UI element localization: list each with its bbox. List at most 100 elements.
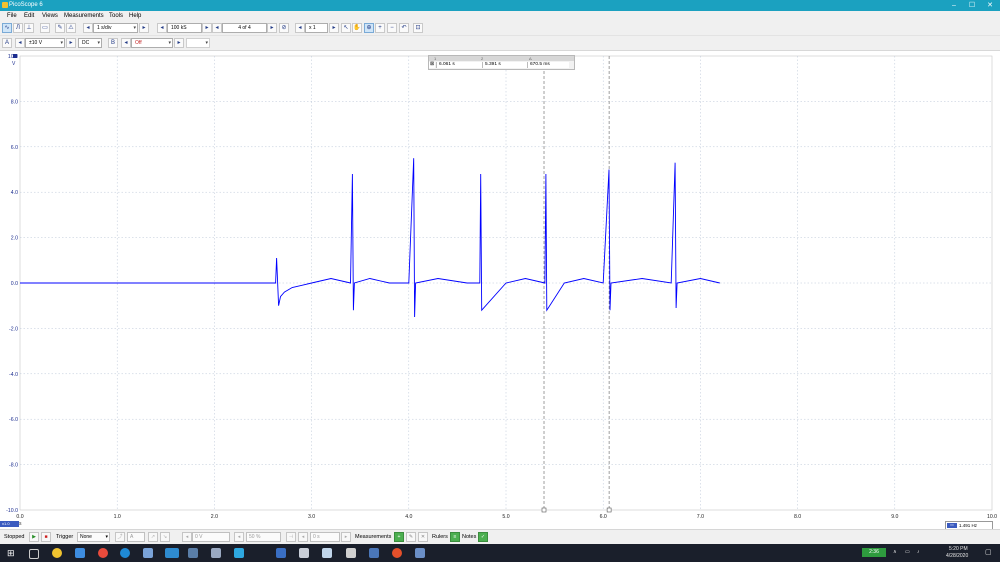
notes-icon[interactable]: ✓ [478, 532, 488, 542]
scope-view[interactable]: 10.0 8.0 6.0 4.0 2.0 0.0 -2.0 -4.0 -6.0 -8.0 -10.0… [0, 51, 1000, 529]
menu-bar: File Edit Views Measurements Tools Help [0, 11, 1000, 21]
maximize-button[interactable]: ☐ [966, 1, 978, 10]
zoom-fit-icon[interactable]: ⊡ [413, 23, 423, 33]
zoom-select[interactable]: x 1 [305, 23, 328, 33]
trigger-edge-icon[interactable]: ⤴ [115, 532, 125, 542]
menu-tools[interactable]: Tools [109, 13, 123, 19]
trigger-pct-field[interactable]: 50 % [246, 532, 281, 542]
word-icon[interactable] [276, 548, 286, 558]
measurements-button[interactable]: Measurements [355, 534, 391, 540]
channel-b-coupling-select[interactable]: ▾ [186, 38, 210, 48]
app-icon-light[interactable] [299, 548, 309, 558]
menu-file[interactable]: File [7, 13, 17, 19]
menu-views[interactable]: Views [42, 13, 58, 19]
buffer-overview-icon[interactable]: ⊘ [279, 23, 289, 33]
app-icon-grey[interactable] [211, 548, 221, 558]
channel-b-prev-button[interactable]: ◂ [121, 38, 131, 48]
range-select[interactable]: ±10 V ▾ [25, 38, 65, 48]
trigger-source-select[interactable]: A [127, 532, 145, 542]
level-prev-button[interactable]: ◂ [182, 532, 192, 542]
file-explorer-icon[interactable] [75, 548, 85, 558]
store-icon[interactable] [143, 548, 153, 558]
app-icon-orange[interactable] [392, 548, 402, 558]
app-icon-silver[interactable] [346, 548, 356, 558]
trigger-level-field[interactable]: 0 V [192, 532, 230, 542]
timebase-select[interactable]: 1 s/div ▾ [93, 23, 138, 33]
timebase-prev-button[interactable]: ◂ [83, 23, 93, 33]
task-view-icon[interactable] [29, 549, 39, 559]
edge-icon[interactable] [120, 548, 130, 558]
volume-icon[interactable]: ♪ [917, 549, 920, 555]
buffer-prev-button[interactable]: ◂ [212, 23, 222, 33]
chevron-down-icon: ▾ [205, 40, 208, 46]
add-measurement-icon[interactable]: + [394, 532, 404, 542]
trigger-setup-icon[interactable]: ⚠ [66, 23, 76, 33]
undo-zoom-icon[interactable]: ↶ [399, 23, 409, 33]
spectrum-mode-icon[interactable]: ⊥ [24, 23, 34, 33]
channel-scale-badge[interactable]: x1.0 [0, 521, 19, 527]
scope-mode-icon[interactable]: ∿ [2, 23, 12, 33]
menu-measurements[interactable]: Measurements [64, 13, 104, 19]
channel-b-button[interactable]: B [108, 38, 118, 48]
rulers-icon[interactable]: ≡ [450, 532, 460, 542]
channel-b-range-select[interactable]: Off ▾ [131, 38, 173, 48]
falling-edge-icon[interactable]: ↘ [160, 532, 170, 542]
clock-date[interactable]: 4/28/2020 [946, 553, 968, 559]
timebase-next-button[interactable]: ▸ [139, 23, 149, 33]
samples-prev-button[interactable]: ◂ [157, 23, 167, 33]
delay-next-button[interactable]: ▸ [341, 532, 351, 542]
app-icon-blue[interactable] [188, 548, 198, 558]
buffer-navigator[interactable]: 4 of 4 [222, 23, 267, 33]
zoom-out-icon[interactable]: − [387, 23, 397, 33]
close-button[interactable]: ✕ [984, 1, 996, 10]
buffer-next-button[interactable]: ▸ [267, 23, 277, 33]
app-icon-cyan[interactable] [234, 548, 244, 558]
new-view-icon[interactable]: ▭ [40, 23, 50, 33]
window-title: PicoScope 6 [9, 2, 43, 8]
zoom-area-icon[interactable]: ⊕ [364, 23, 374, 33]
menu-help[interactable]: Help [129, 13, 141, 19]
coupling-select[interactable]: DC ▾ [78, 38, 102, 48]
chrome-icon[interactable] [52, 548, 62, 558]
pct-prev-button[interactable]: ◂ [234, 532, 244, 542]
samples-select[interactable]: 100 kS [167, 23, 202, 33]
rulers-button[interactable]: Rulers [432, 534, 448, 540]
zoom-prev-button[interactable]: ◂ [295, 23, 305, 33]
hand-icon[interactable]: ✋ [352, 23, 362, 33]
trigger-mode-select[interactable]: None ▾ [77, 532, 110, 542]
samples-next-button[interactable]: ▸ [202, 23, 212, 33]
app-icon-red[interactable] [98, 548, 108, 558]
edit-measurement-icon[interactable]: ✎ [406, 532, 416, 542]
clock-time[interactable]: 5:20 PM [949, 546, 968, 552]
zoom-next-button[interactable]: ▸ [329, 23, 339, 33]
app-icon-pale[interactable] [322, 548, 332, 558]
delete-measurement-icon[interactable]: ✕ [418, 532, 428, 542]
rising-edge-icon[interactable]: ↗ [148, 532, 158, 542]
range-prev-button[interactable]: ◂ [15, 38, 25, 48]
pretrigger-icon[interactable]: ⊣ [286, 532, 296, 542]
delay-prev-button[interactable]: ◂ [298, 532, 308, 542]
network-icon[interactable]: ▭ [905, 549, 910, 555]
zoom-in-icon[interactable]: + [375, 23, 385, 33]
menu-edit[interactable]: Edit [24, 13, 34, 19]
channel-b-next-button[interactable]: ▸ [174, 38, 184, 48]
start-button[interactable]: ▶ [29, 532, 39, 542]
ruler-close-button[interactable]: ⊠ [429, 62, 435, 68]
tray-badge[interactable]: 2:36 [862, 548, 886, 557]
picoscope-taskbar-icon[interactable] [165, 548, 179, 558]
channel-a-button[interactable]: A [2, 38, 12, 48]
tray-chevron-icon[interactable]: ∧ [893, 549, 897, 555]
range-next-button[interactable]: ▸ [66, 38, 76, 48]
minimize-button[interactable]: – [948, 1, 960, 10]
pointer-icon[interactable]: ↖ [341, 23, 351, 33]
persistence-mode-icon[interactable]: Л [13, 23, 23, 33]
notes-button[interactable]: Notes [462, 534, 476, 540]
windows-start-icon[interactable]: ⊞ [7, 548, 15, 559]
notifications-icon[interactable]: ▢ [985, 548, 992, 556]
probe-icon[interactable]: ✎ [55, 23, 65, 33]
app-icon-navy[interactable] [369, 548, 379, 558]
stop-button[interactable]: ■ [41, 532, 51, 542]
scope-plot[interactable]: 10.08.06.04.02.00.0-2.0-4.0-6.0-8.0-10.0… [0, 51, 1000, 529]
app-icon-steel[interactable] [415, 548, 425, 558]
trigger-delay-field[interactable]: 0 s [310, 532, 340, 542]
